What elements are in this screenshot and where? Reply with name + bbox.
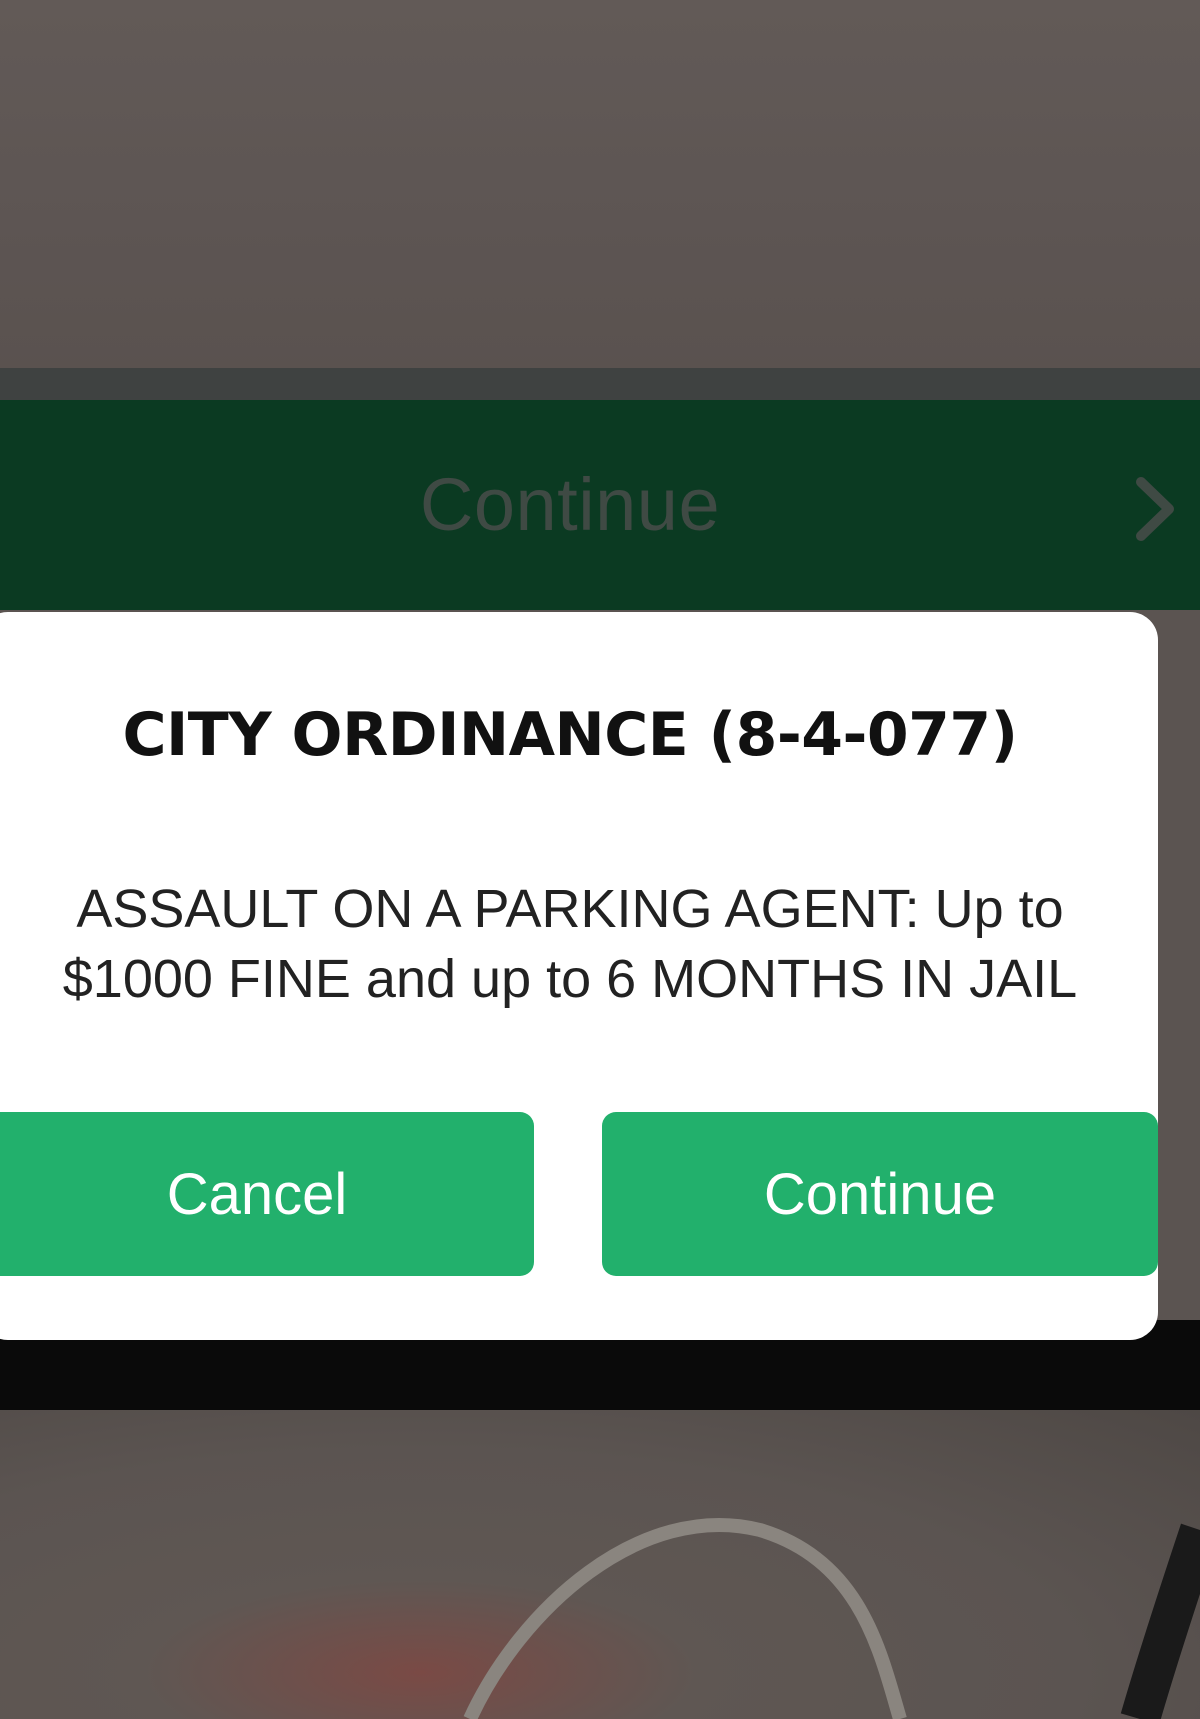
continue-button[interactable]: Continue	[602, 1112, 1158, 1276]
cancel-button[interactable]: Cancel	[0, 1112, 534, 1276]
continue-bar-label: Continue	[419, 463, 721, 546]
background-cable	[463, 1518, 1200, 1719]
chevron-right-icon	[1136, 477, 1174, 541]
dialog-message-line-1: ASSAULT ON A PARKING AGENT: Up to	[76, 879, 1064, 939]
background-divider	[0, 368, 1200, 400]
dialog-title: CITY ORDINANCE (8-4-077)	[122, 700, 1018, 770]
dialog-message: ASSAULT ON A PARKING AGENT: Up to $1000 …	[0, 874, 1140, 1014]
dialog-message-line-2: $1000 FINE and up to 6 MONTHS IN JAIL	[62, 949, 1078, 1009]
alert-dialog: CITY ORDINANCE (8-4-077) ASSAULT ON A PA…	[0, 612, 1158, 1340]
background-top	[0, 0, 1200, 372]
